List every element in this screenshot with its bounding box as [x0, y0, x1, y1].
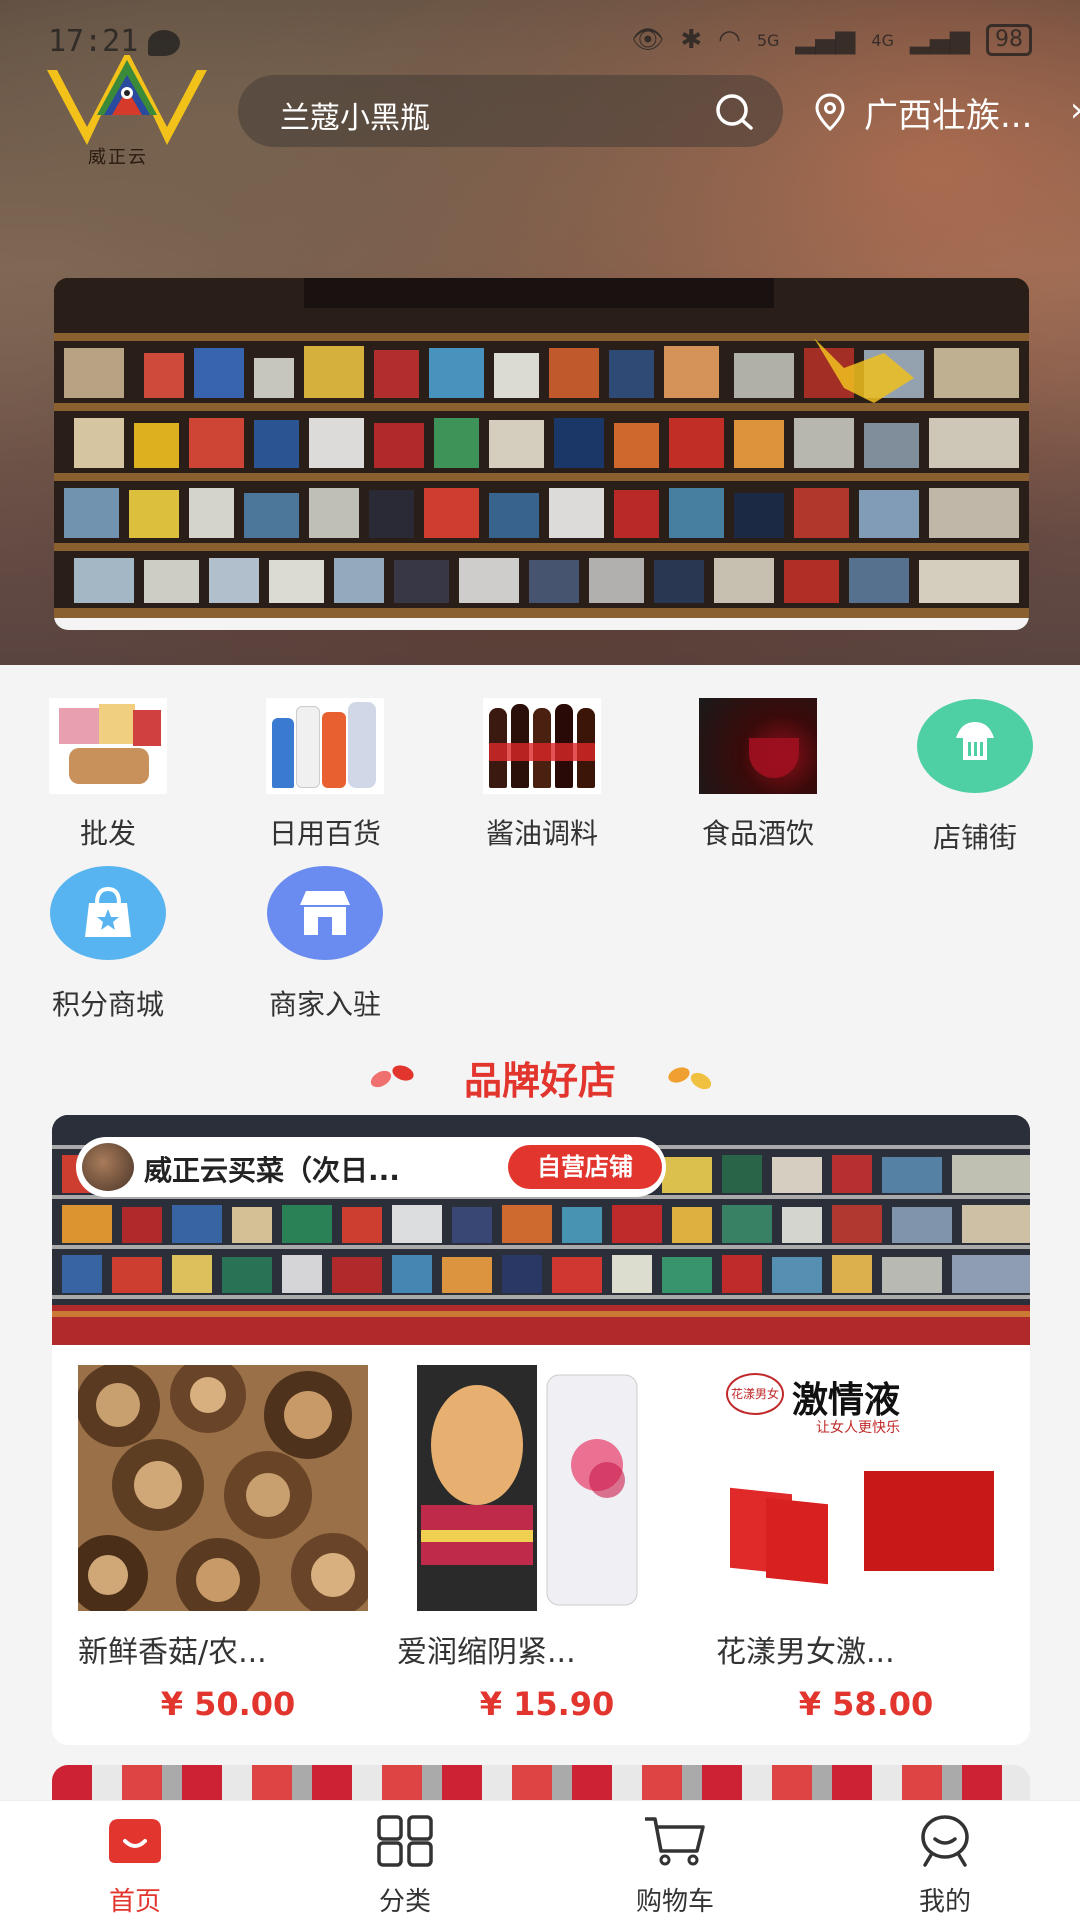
- home-icon: [109, 1819, 161, 1863]
- promo-banner[interactable]: [54, 278, 1029, 630]
- category-item-food-drinks[interactable]: 食品酒饮: [658, 698, 858, 852]
- eye-icon: 👁: [631, 25, 665, 55]
- profile-icon: [921, 1815, 969, 1867]
- store-card[interactable]: 威正云买菜（次日... 自营店铺 新鲜香菇/农... ¥ 50.00 爱润缩阴紧…: [52, 1115, 1030, 1745]
- search-input[interactable]: 兰蔻小黑瓶: [238, 75, 783, 147]
- product-name: 新鲜香菇/农...: [78, 1635, 267, 1670]
- section-title: 品牌好店: [463, 1059, 616, 1103]
- nav-tab-profile[interactable]: 我的: [875, 1815, 1015, 1918]
- bluetooth-icon: ✱: [680, 25, 703, 55]
- chevron-right-icon[interactable]: ›: [1070, 90, 1080, 130]
- storefront-icon: [267, 866, 383, 960]
- search-placeholder: 兰蔻小黑瓶: [280, 101, 430, 136]
- product-image-lubricant: [397, 1365, 687, 1611]
- food-drinks-image: [699, 698, 817, 794]
- category-grid: 批发 日用百货 酱油调料 食品酒饮 店铺街 积分商城 商家入驻: [0, 665, 1080, 1045]
- bottom-navigation: 首页 分类 购物车 我的: [0, 1800, 1080, 1920]
- product-price: ¥ 50.00: [160, 1685, 296, 1723]
- store-name-pill[interactable]: 威正云买菜（次日... 自营店铺: [76, 1137, 666, 1197]
- signal-icon: ▂▄▆: [795, 25, 856, 55]
- nav-label: 首页: [108, 1887, 161, 1917]
- product-card-gel[interactable]: 花漾男女 激情液 让女人更快乐 花漾男女激... ¥ 58.00: [716, 1365, 1016, 1723]
- next-store-card-peek[interactable]: [52, 1765, 1030, 1805]
- category-item-merchant-join[interactable]: 商家入驻: [225, 865, 425, 1023]
- category-item-points-mall[interactable]: 积分商城: [8, 865, 208, 1023]
- location-text[interactable]: 广西壮族...: [864, 88, 1032, 137]
- status-time: 17:21: [48, 24, 139, 59]
- product-image-gel: 花漾男女 激情液 让女人更快乐: [716, 1365, 1006, 1611]
- category-label: 积分商城: [51, 988, 164, 1021]
- nav-tab-category[interactable]: 分类: [335, 1815, 475, 1918]
- category-label: 批发: [79, 817, 136, 850]
- product-name: 爱润缩阴紧...: [397, 1635, 576, 1670]
- category-label: 日用百货: [268, 817, 381, 850]
- category-item-wholesale[interactable]: 批发: [8, 698, 208, 852]
- category-label: 酱油调料: [485, 817, 598, 850]
- nav-label: 我的: [918, 1887, 971, 1917]
- logo-text: 威正云: [88, 147, 148, 168]
- signal-icon-2: ▂▄▆: [910, 25, 970, 55]
- product-brand-seal: 花漾男女: [726, 1373, 784, 1415]
- location-pin-icon[interactable]: [813, 92, 847, 132]
- product-name: 花漾男女激...: [716, 1635, 895, 1670]
- product-card-mushroom[interactable]: 新鲜香菇/农... ¥ 50.00: [78, 1365, 378, 1723]
- category-item-daily-goods[interactable]: 日用百货: [225, 698, 425, 852]
- message-icon: [148, 30, 180, 56]
- signal-4g-label: 4G: [871, 30, 894, 50]
- store-name: 威正云买菜（次日...: [144, 1154, 400, 1187]
- shop-street-icon: [917, 699, 1033, 793]
- grid-icon: [377, 1815, 433, 1867]
- category-item-soy-sauce[interactable]: 酱油调料: [442, 698, 642, 852]
- category-label: 食品酒饮: [701, 817, 814, 850]
- search-icon[interactable]: [713, 91, 755, 133]
- wifi-icon: ◠: [718, 25, 741, 55]
- category-label: 店铺街: [932, 821, 1017, 854]
- product-image-subtitle: 让女人更快乐: [816, 1420, 900, 1436]
- store-banner-image: 威正云买菜（次日... 自营店铺: [52, 1115, 1030, 1345]
- battery-icon: 98: [986, 24, 1032, 56]
- category-item-shop-street[interactable]: 店铺街: [875, 698, 1075, 856]
- product-image-mushroom: [78, 1365, 368, 1611]
- shopping-bag-icon: [50, 866, 166, 960]
- nav-tab-home[interactable]: 首页: [65, 1815, 205, 1918]
- soy-sauce-image: [483, 698, 601, 794]
- nav-label: 购物车: [635, 1887, 714, 1917]
- nav-tab-cart[interactable]: 购物车: [605, 1815, 745, 1918]
- cart-icon: [645, 1817, 705, 1866]
- nav-label: 分类: [378, 1887, 431, 1917]
- product-price: ¥ 58.00: [798, 1685, 934, 1723]
- status-icons: 👁 ✱ ◠ 5G ▂▄▆ 4G ▂▄▆ 98: [631, 24, 1032, 56]
- product-image-title: 激情液: [792, 1380, 901, 1421]
- daily-goods-image: [266, 698, 384, 794]
- self-operated-badge: 自营店铺: [508, 1145, 662, 1189]
- signal-5g-label: 5G: [756, 30, 780, 50]
- wholesale-image: [49, 698, 167, 794]
- category-label: 商家入驻: [268, 988, 381, 1021]
- store-avatar: [82, 1143, 134, 1191]
- product-card-lubricant[interactable]: 爱润缩阴紧... ¥ 15.90: [397, 1365, 697, 1723]
- banner-image: [54, 278, 1029, 630]
- product-price: ¥ 15.90: [479, 1685, 615, 1723]
